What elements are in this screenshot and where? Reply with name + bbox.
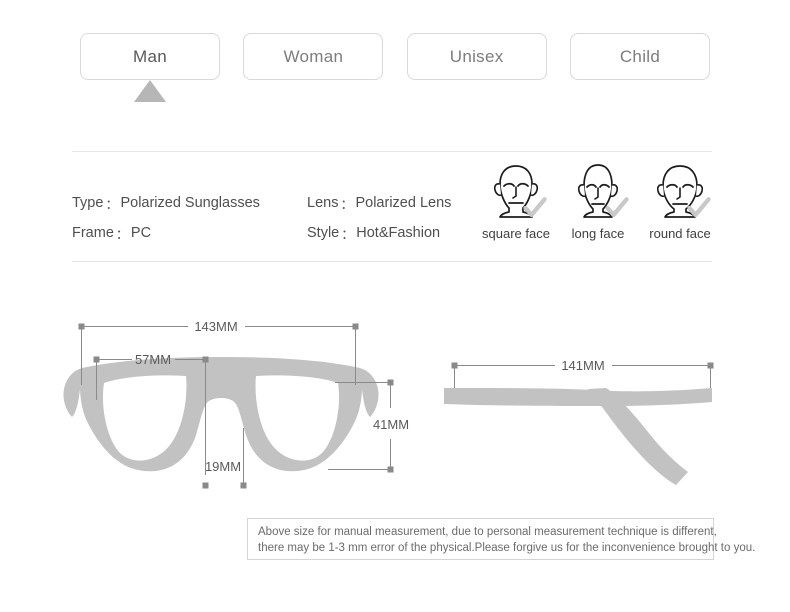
face-type-round-label: round face <box>649 226 711 241</box>
tab-woman[interactable]: Woman <box>243 33 384 80</box>
face-type-long: long face <box>560 160 636 241</box>
disclaimer-line-2: there may be 1-3 mm error of the physica… <box>258 542 756 554</box>
tab-man[interactable]: Man <box>80 33 220 80</box>
spec-type: Type ： Polarized Sunglasses <box>72 192 307 212</box>
spec-style-key: Style <box>307 224 340 241</box>
tab-unisex[interactable]: Unisex <box>406 33 547 80</box>
spec-style: Style ： Hot&Fashion <box>307 222 441 242</box>
tab-unisex-label: Unisex <box>449 46 504 66</box>
dimension-label-bridge-width: 19MM <box>205 459 241 474</box>
spec-lens-key: Lens <box>307 194 339 211</box>
dimension-label-lens-height: 41MM <box>373 417 409 432</box>
spec-frame: Frame ： PC <box>72 222 307 242</box>
spec-lens-value: Polarized Lens <box>355 194 452 211</box>
triangle-up-icon <box>134 80 166 102</box>
dimension-label-temple-length: 141MM <box>561 358 604 373</box>
face-square-icon <box>485 160 547 222</box>
spec-frame-key: Frame <box>72 224 114 241</box>
spec-row: Frame ： PC Style ： Hot&Fashion <box>72 216 472 246</box>
face-type-square-label: square face <box>482 226 550 241</box>
recommended-face-types: square face long face round face <box>478 160 718 241</box>
dimension-label-total-width: 143MM <box>194 319 237 334</box>
divider-bottom <box>72 261 712 262</box>
spec-type-value: Polarized Sunglasses <box>120 194 260 211</box>
tab-man-label: Man <box>133 46 167 66</box>
glasses-front-shape <box>63 357 379 472</box>
spec-type-key: Type <box>72 194 104 211</box>
disclaimer-line-1: Above size for manual measurement, due t… <box>258 526 717 538</box>
face-long-icon <box>567 160 629 222</box>
measurement-disclaimer: Above size for manual measurement, due t… <box>247 518 756 560</box>
divider-top <box>72 151 712 152</box>
face-type-long-label: long face <box>571 226 625 241</box>
tab-child-label: Child <box>619 46 661 66</box>
glasses-front-diagram: 143MM 57MM 19MM 41MM <box>60 305 430 505</box>
glasses-side-diagram: 141MM <box>440 330 730 490</box>
spec-separator: ： <box>115 226 129 242</box>
face-type-round: round face <box>642 160 718 241</box>
face-type-square: square face <box>478 160 554 241</box>
spec-row: Type ： Polarized Sunglasses Lens ： Polar… <box>72 186 472 216</box>
spec-separator: ： <box>340 196 354 212</box>
glasses-temple-shape <box>444 388 712 485</box>
tab-child[interactable]: Child <box>569 33 710 80</box>
category-tab-bar: Man Woman Unisex Child <box>80 33 710 80</box>
spec-separator: ： <box>341 226 355 242</box>
spec-frame-value: PC <box>130 224 152 241</box>
product-spec-list: Type ： Polarized Sunglasses Lens ： Polar… <box>72 186 472 246</box>
spec-lens: Lens ： Polarized Lens <box>307 192 452 212</box>
tab-woman-label: Woman <box>283 46 344 66</box>
spec-style-value: Hot&Fashion <box>356 224 441 241</box>
dimension-bridge-width <box>202 428 247 489</box>
spec-separator: ： <box>105 196 119 212</box>
dimension-label-lens-width: 57MM <box>135 352 171 367</box>
face-round-icon <box>649 160 711 222</box>
